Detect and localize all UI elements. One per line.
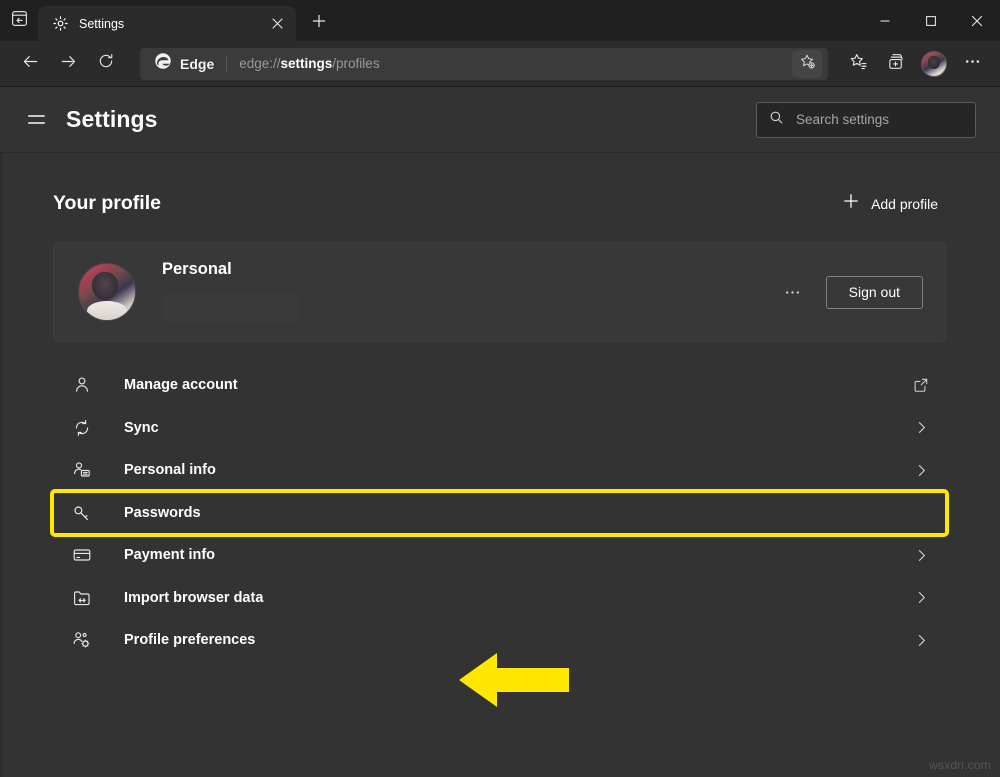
minimize-button[interactable] [862, 0, 908, 41]
url-bold-segment: settings [281, 56, 333, 71]
settings-row-profile-preferences[interactable]: Profile preferences [53, 619, 946, 662]
omnibox-brand-label: Edge [180, 56, 214, 72]
collections-icon [887, 52, 906, 76]
tab-title: Settings [79, 17, 255, 31]
people-settings-icon [71, 629, 93, 651]
avatar [78, 263, 136, 321]
chevron-right-icon [910, 629, 932, 651]
new-tab-button[interactable] [302, 6, 336, 40]
profile-settings-list: Manage account Sync [53, 364, 946, 662]
settings-row-sync[interactable]: Sync [53, 407, 946, 450]
tab-close-button[interactable] [265, 11, 290, 36]
key-icon [71, 502, 93, 524]
forward-button[interactable] [50, 48, 86, 80]
title-bar: Settings [0, 0, 1000, 41]
section-title: Your profile [53, 192, 161, 215]
search-input[interactable]: Search settings [796, 112, 889, 127]
settings-row-import-browser-data[interactable]: Import browser data [53, 577, 946, 620]
chevron-right-icon [910, 459, 932, 481]
settings-row-personal-info[interactable]: Personal info [53, 449, 946, 492]
collections-button[interactable] [878, 48, 914, 80]
watermark: wsxdn.com [929, 758, 991, 772]
url-suffix: /profiles [332, 56, 379, 71]
settings-row-label: Sync [124, 420, 910, 436]
address-bar[interactable]: Edge edge://settings/profiles [140, 48, 828, 80]
profile-card: Personal Sign out [53, 242, 946, 342]
hamburger-menu-icon[interactable] [18, 102, 54, 138]
browser-toolbar: Edge edge://settings/profiles [0, 41, 1000, 87]
person-icon [71, 374, 93, 396]
omnibox-brand: Edge [154, 52, 214, 75]
favorites-button[interactable] [840, 48, 876, 80]
page-title: Settings [66, 106, 158, 133]
search-icon [769, 110, 784, 130]
sync-icon [71, 417, 93, 439]
settings-row-label: Import browser data [124, 590, 910, 606]
maximize-button[interactable] [908, 0, 954, 41]
settings-row-label: Personal info [124, 462, 910, 478]
browser-tab-settings[interactable]: Settings [38, 6, 296, 41]
profile-email-redacted [162, 291, 300, 325]
window-controls [862, 0, 1000, 41]
settings-row-payment-info[interactable]: Payment info [53, 534, 946, 577]
gear-icon [52, 15, 69, 32]
settings-row-manage-account[interactable]: Manage account [53, 364, 946, 407]
search-settings-box[interactable]: Search settings [756, 102, 976, 138]
plus-icon [843, 193, 859, 214]
omnibox-separator [226, 55, 227, 72]
add-favorite-button[interactable] [792, 50, 822, 78]
settings-row-label: Profile preferences [124, 632, 910, 648]
chevron-right-icon [910, 587, 932, 609]
add-favorite-star-icon [799, 53, 816, 75]
settings-row-label: Manage account [124, 377, 910, 393]
profile-avatar-icon [921, 51, 947, 77]
person-card-icon [71, 459, 93, 481]
settings-row-passwords[interactable]: Passwords [53, 492, 946, 535]
back-button[interactable] [12, 48, 48, 80]
section-header: Your profile Add profile [53, 187, 960, 220]
more-options-icon [963, 52, 982, 76]
chevron-right-icon [910, 544, 932, 566]
profile-more-options-button[interactable] [776, 275, 810, 309]
favorites-list-icon [849, 52, 868, 76]
refresh-button[interactable] [88, 48, 124, 80]
external-link-icon [910, 374, 932, 396]
profile-name: Personal [162, 260, 776, 279]
url-prefix: edge:// [239, 56, 280, 71]
tab-actions-icon [11, 10, 28, 32]
import-folder-icon [71, 587, 93, 609]
forward-arrow-icon [59, 52, 78, 76]
back-arrow-icon [21, 52, 40, 76]
close-button[interactable] [954, 0, 1000, 41]
tab-actions-button[interactable] [0, 0, 38, 41]
settings-row-label: Passwords [124, 505, 910, 521]
chevron-right-icon [910, 502, 932, 524]
refresh-icon [97, 52, 115, 75]
profile-button[interactable] [916, 48, 952, 80]
settings-inner: Your profile Add profile Personal [0, 187, 1000, 662]
omnibox-url: edge://settings/profiles [239, 56, 792, 71]
sign-out-button[interactable]: Sign out [826, 276, 923, 309]
add-profile-label: Add profile [871, 196, 938, 212]
settings-and-more-button[interactable] [954, 48, 990, 80]
plus-icon [312, 14, 326, 33]
edge-logo-icon [154, 52, 172, 75]
profile-meta: Personal [162, 260, 776, 325]
settings-content: Your profile Add profile Personal [0, 153, 1000, 777]
settings-header: Settings Search settings [0, 87, 1000, 153]
settings-row-label: Payment info [124, 547, 910, 563]
credit-card-icon [71, 544, 93, 566]
chevron-right-icon [910, 417, 932, 439]
add-profile-button[interactable]: Add profile [835, 187, 946, 220]
